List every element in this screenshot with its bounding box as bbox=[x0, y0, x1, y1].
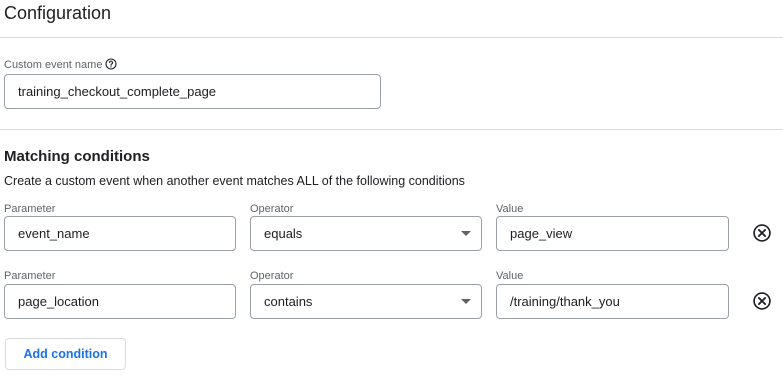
custom-event-name-value: training_checkout_complete_page bbox=[18, 84, 217, 99]
operator-value: equals bbox=[264, 226, 303, 241]
parameter-input[interactable]: event_name bbox=[4, 216, 236, 251]
header-divider bbox=[0, 37, 783, 38]
configuration-panel: Configuration Custom event name training… bbox=[0, 0, 783, 381]
operator-select[interactable]: contains bbox=[250, 284, 482, 319]
value-label: Value bbox=[496, 203, 524, 215]
custom-event-name-input[interactable]: training_checkout_complete_page bbox=[4, 74, 381, 109]
parameter-input[interactable]: page_location bbox=[4, 284, 236, 319]
matching-conditions-title: Matching conditions bbox=[4, 148, 150, 165]
value-input[interactable]: /training/thank_you bbox=[496, 284, 729, 319]
value-label: Value bbox=[496, 270, 524, 282]
value-value: /training/thank_you bbox=[510, 294, 620, 309]
value-input[interactable]: page_view bbox=[496, 216, 729, 251]
operator-label: Operator bbox=[250, 203, 294, 215]
matching-conditions-description: Create a custom event when another event… bbox=[4, 174, 465, 188]
add-condition-button[interactable]: Add condition bbox=[5, 338, 126, 370]
page-title: Configuration bbox=[4, 3, 112, 23]
section-divider bbox=[0, 129, 783, 130]
parameter-label: Parameter bbox=[4, 270, 56, 282]
value-value: page_view bbox=[510, 226, 573, 241]
operator-label: Operator bbox=[250, 270, 294, 282]
remove-condition-icon[interactable] bbox=[752, 291, 772, 311]
parameter-label: Parameter bbox=[4, 203, 56, 215]
parameter-value: page_location bbox=[18, 294, 99, 309]
dropdown-caret-icon bbox=[461, 231, 471, 236]
help-icon[interactable] bbox=[105, 58, 117, 70]
operator-select[interactable]: equals bbox=[250, 216, 482, 251]
parameter-value: event_name bbox=[18, 226, 90, 241]
remove-condition-icon[interactable] bbox=[752, 223, 772, 243]
custom-event-name-label: Custom event name bbox=[4, 59, 103, 71]
operator-value: contains bbox=[264, 294, 313, 309]
dropdown-caret-icon bbox=[461, 299, 471, 304]
